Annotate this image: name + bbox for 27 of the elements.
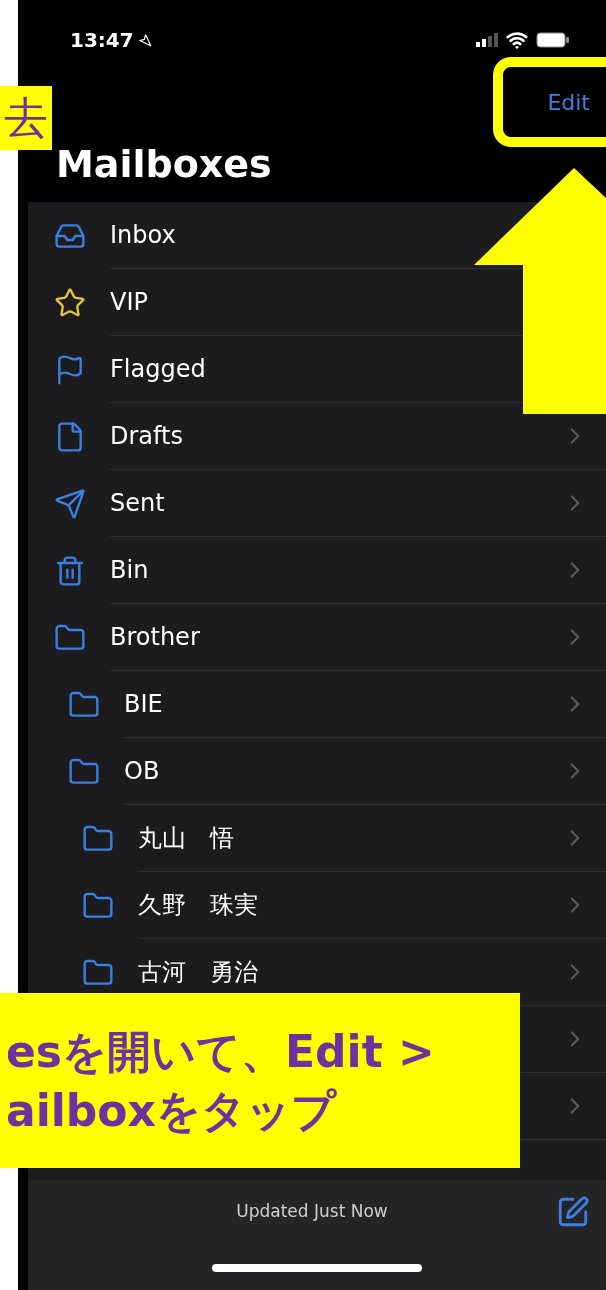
mailbox-name[interactable]: Flagged (110, 351, 206, 387)
mailbox-name[interactable]: VIP (110, 284, 148, 320)
callout-text: ailboxをタップ (6, 1083, 338, 1138)
signal-icon (476, 33, 498, 47)
side-label: 去 (0, 86, 52, 150)
mailbox-name[interactable]: Sent (110, 485, 165, 521)
edit-button[interactable]: Edit (547, 85, 590, 119)
paper-plane-icon (54, 487, 86, 520)
update-status: Updated Just Now (236, 1200, 388, 1224)
compose-icon[interactable] (556, 1195, 590, 1229)
mailbox-name[interactable]: Brother (110, 619, 200, 655)
mailbox-name[interactable]: Bin (110, 552, 149, 588)
mailbox-name[interactable]: Drafts (110, 418, 183, 454)
trash-icon (54, 554, 86, 587)
star-icon (54, 286, 86, 319)
mailbox-name[interactable]: 久野 珠実 (138, 887, 258, 923)
mailbox-name[interactable]: BIE (124, 686, 163, 722)
mailbox-name[interactable]: 丸山 悟 (138, 820, 234, 856)
location-icon (137, 33, 152, 47)
mailbox-name[interactable]: OB (124, 753, 160, 789)
callout-text: esを開いて、Edit > (6, 1024, 436, 1079)
battery-icon (536, 32, 570, 48)
wifi-icon (506, 29, 528, 51)
page-title: Mailboxes (56, 140, 272, 188)
mailbox-name[interactable]: 古河 勇治 (138, 954, 258, 990)
status-time: 13:47 (70, 27, 134, 54)
mailbox-name[interactable]: Inbox (110, 217, 176, 253)
